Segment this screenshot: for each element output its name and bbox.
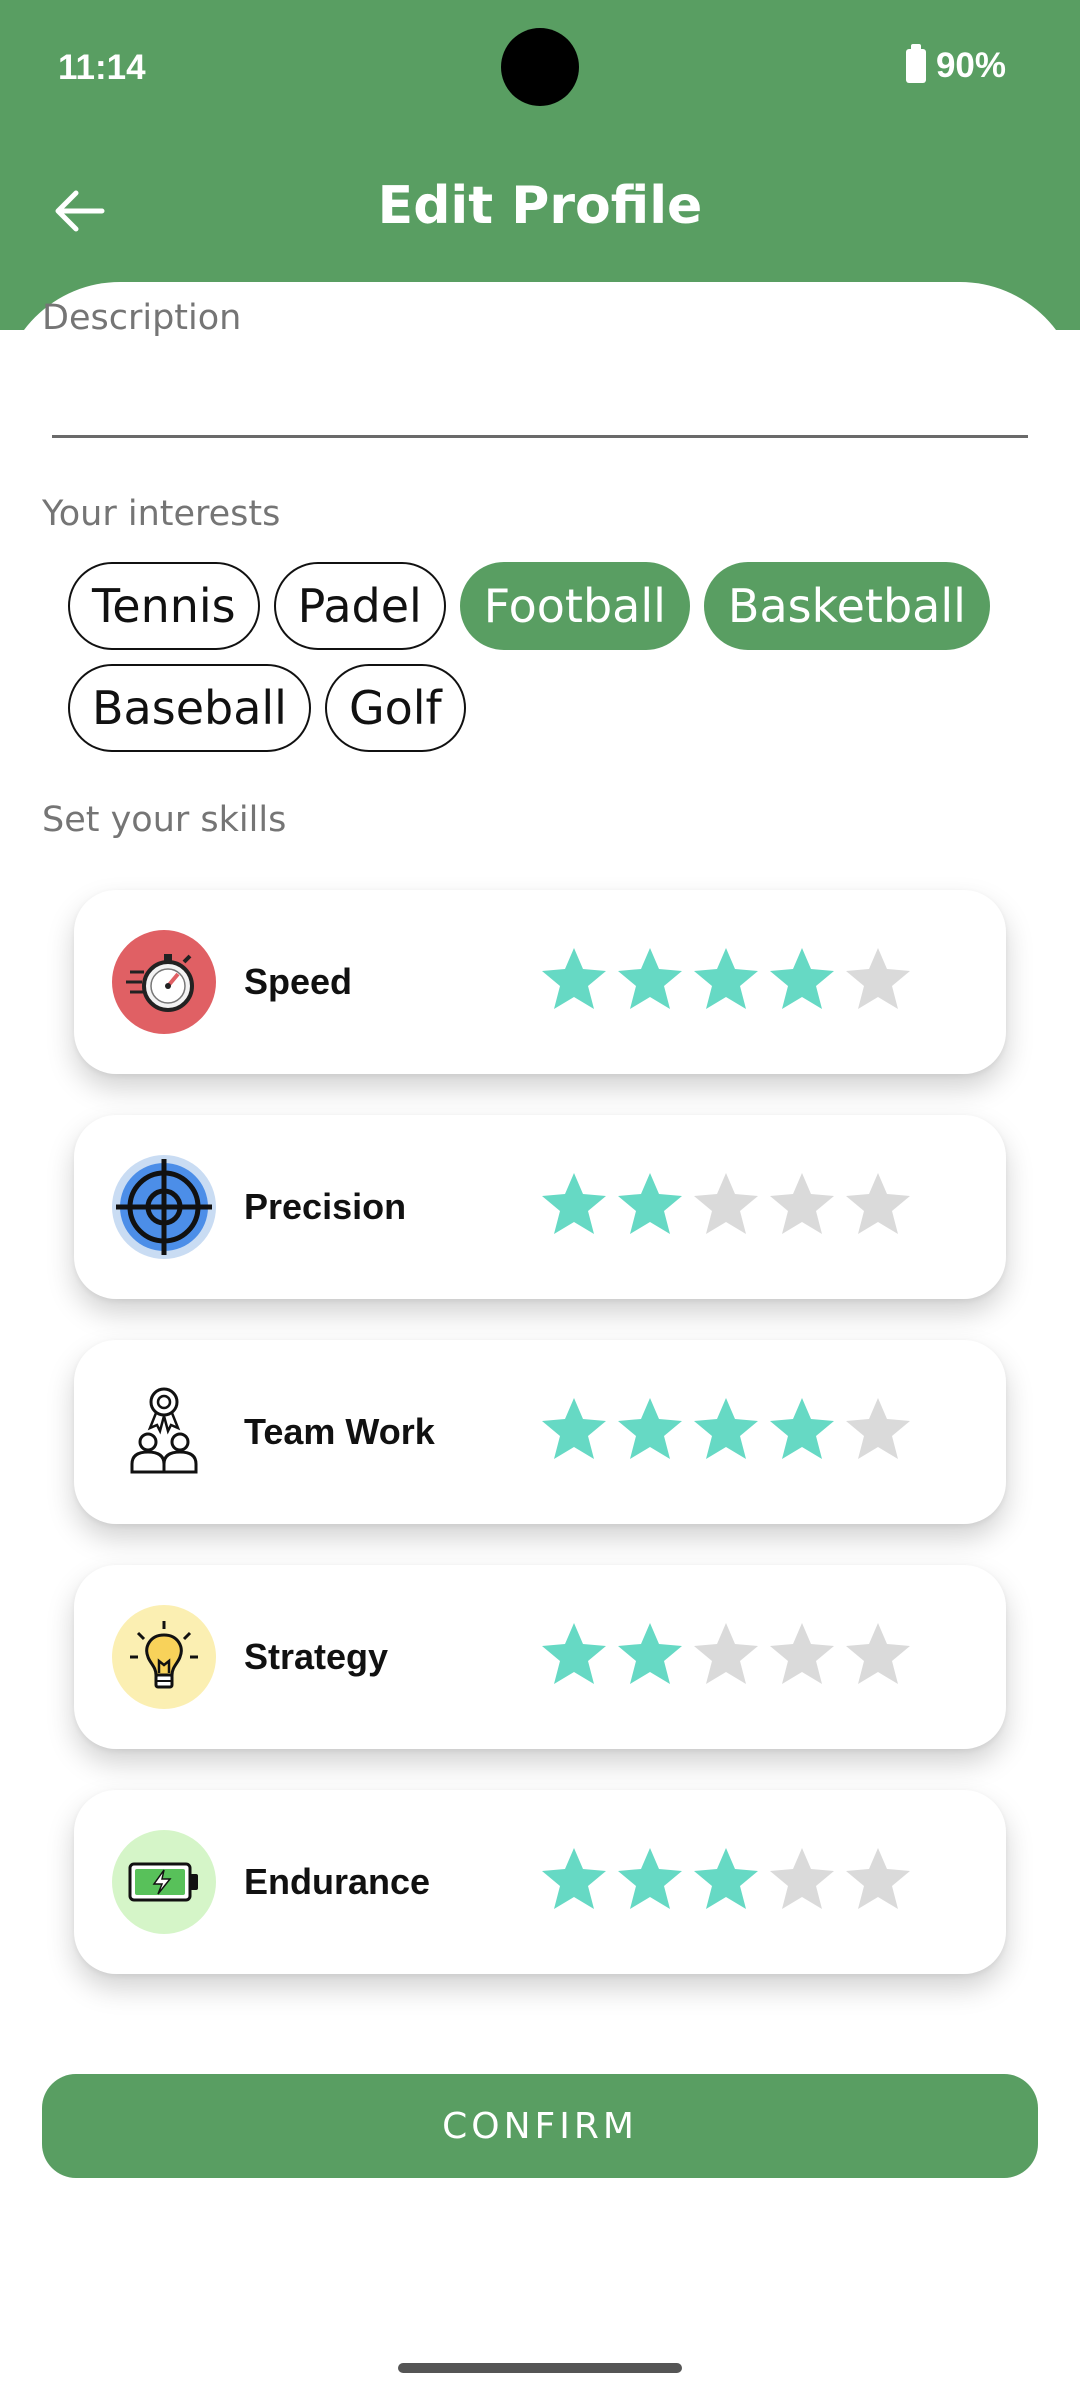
star-filled-icon[interactable] [616,1170,684,1238]
skill-card-strategy: Strategy [74,1565,1006,1749]
status-time: 11:14 [58,48,146,87]
skill-name: Speed [244,961,353,1002]
skill-card-endurance: Endurance [74,1790,1006,1974]
star-filled-icon[interactable] [540,945,608,1013]
skill-name: Strategy [244,1636,389,1677]
skill-card-precision: Precision [74,1115,1006,1299]
skill-name: Endurance [244,1861,431,1902]
star-empty-icon[interactable] [844,1395,912,1463]
team-award-icon [112,1380,216,1484]
star-filled-icon[interactable] [692,1845,760,1913]
interest-chip-padel[interactable]: Padel [273,562,446,650]
star-filled-icon[interactable] [616,1620,684,1688]
skills-label: Set your skills [42,800,287,840]
battery-icon [112,1830,216,1934]
lightbulb-icon [112,1605,216,1709]
star-filled-icon[interactable] [540,1620,608,1688]
app-header: 11:14 90% Edit Profile [0,0,1080,330]
rating-stars [540,1170,912,1238]
star-filled-icon[interactable] [616,1845,684,1913]
star-filled-icon[interactable] [540,1845,608,1913]
chip-row: Tennis Padel Football Basketball [68,562,1028,650]
description-label: Description [42,298,242,338]
star-filled-icon[interactable] [540,1170,608,1238]
star-empty-icon[interactable] [692,1620,760,1688]
status-battery: 90% [905,44,1006,86]
star-empty-icon[interactable] [844,945,912,1013]
stopwatch-icon [112,930,216,1034]
star-empty-icon[interactable] [844,1170,912,1238]
star-empty-icon[interactable] [768,1170,836,1238]
star-empty-icon[interactable] [844,1620,912,1688]
interest-chip-tennis[interactable]: Tennis [68,562,260,650]
skill-name: Precision [244,1186,407,1227]
rating-stars [540,945,912,1013]
page-title: Edit Profile [377,176,703,236]
skill-card-speed: Speed [74,890,1006,1074]
battery-percent: 90% [935,46,1006,85]
star-filled-icon[interactable] [692,1395,760,1463]
star-filled-icon[interactable] [768,1395,836,1463]
star-empty-icon[interactable] [768,1845,836,1913]
star-filled-icon[interactable] [768,945,836,1013]
interest-chip-baseball[interactable]: Baseball [68,664,311,752]
star-filled-icon[interactable] [616,1395,684,1463]
chip-row: Baseball Golf [68,664,1028,752]
home-indicator[interactable] [398,2363,682,2373]
star-empty-icon[interactable] [768,1620,836,1688]
target-icon [112,1155,216,1259]
interest-chip-football[interactable]: Football [459,562,690,650]
rating-stars [540,1620,912,1688]
star-empty-icon[interactable] [692,1170,760,1238]
star-filled-icon[interactable] [692,945,760,1013]
interests-label: Your interests [42,494,281,534]
confirm-button[interactable]: CONFIRM [42,2074,1038,2178]
camera-cutout [501,28,579,106]
star-filled-icon[interactable] [540,1395,608,1463]
description-input[interactable] [52,360,1028,438]
interest-chip-golf[interactable]: Golf [324,664,466,752]
rating-stars [540,1845,912,1913]
star-filled-icon[interactable] [616,945,684,1013]
star-empty-icon[interactable] [844,1845,912,1913]
interest-chip-basketball[interactable]: Basketball [703,562,990,650]
skill-name: Team Work [244,1411,435,1452]
skill-card-team-work: Team Work [74,1340,1006,1524]
interests-chips: Tennis Padel Football Basketball Basebal… [68,562,1028,766]
rating-stars [540,1395,912,1463]
battery-status-icon [905,44,926,83]
